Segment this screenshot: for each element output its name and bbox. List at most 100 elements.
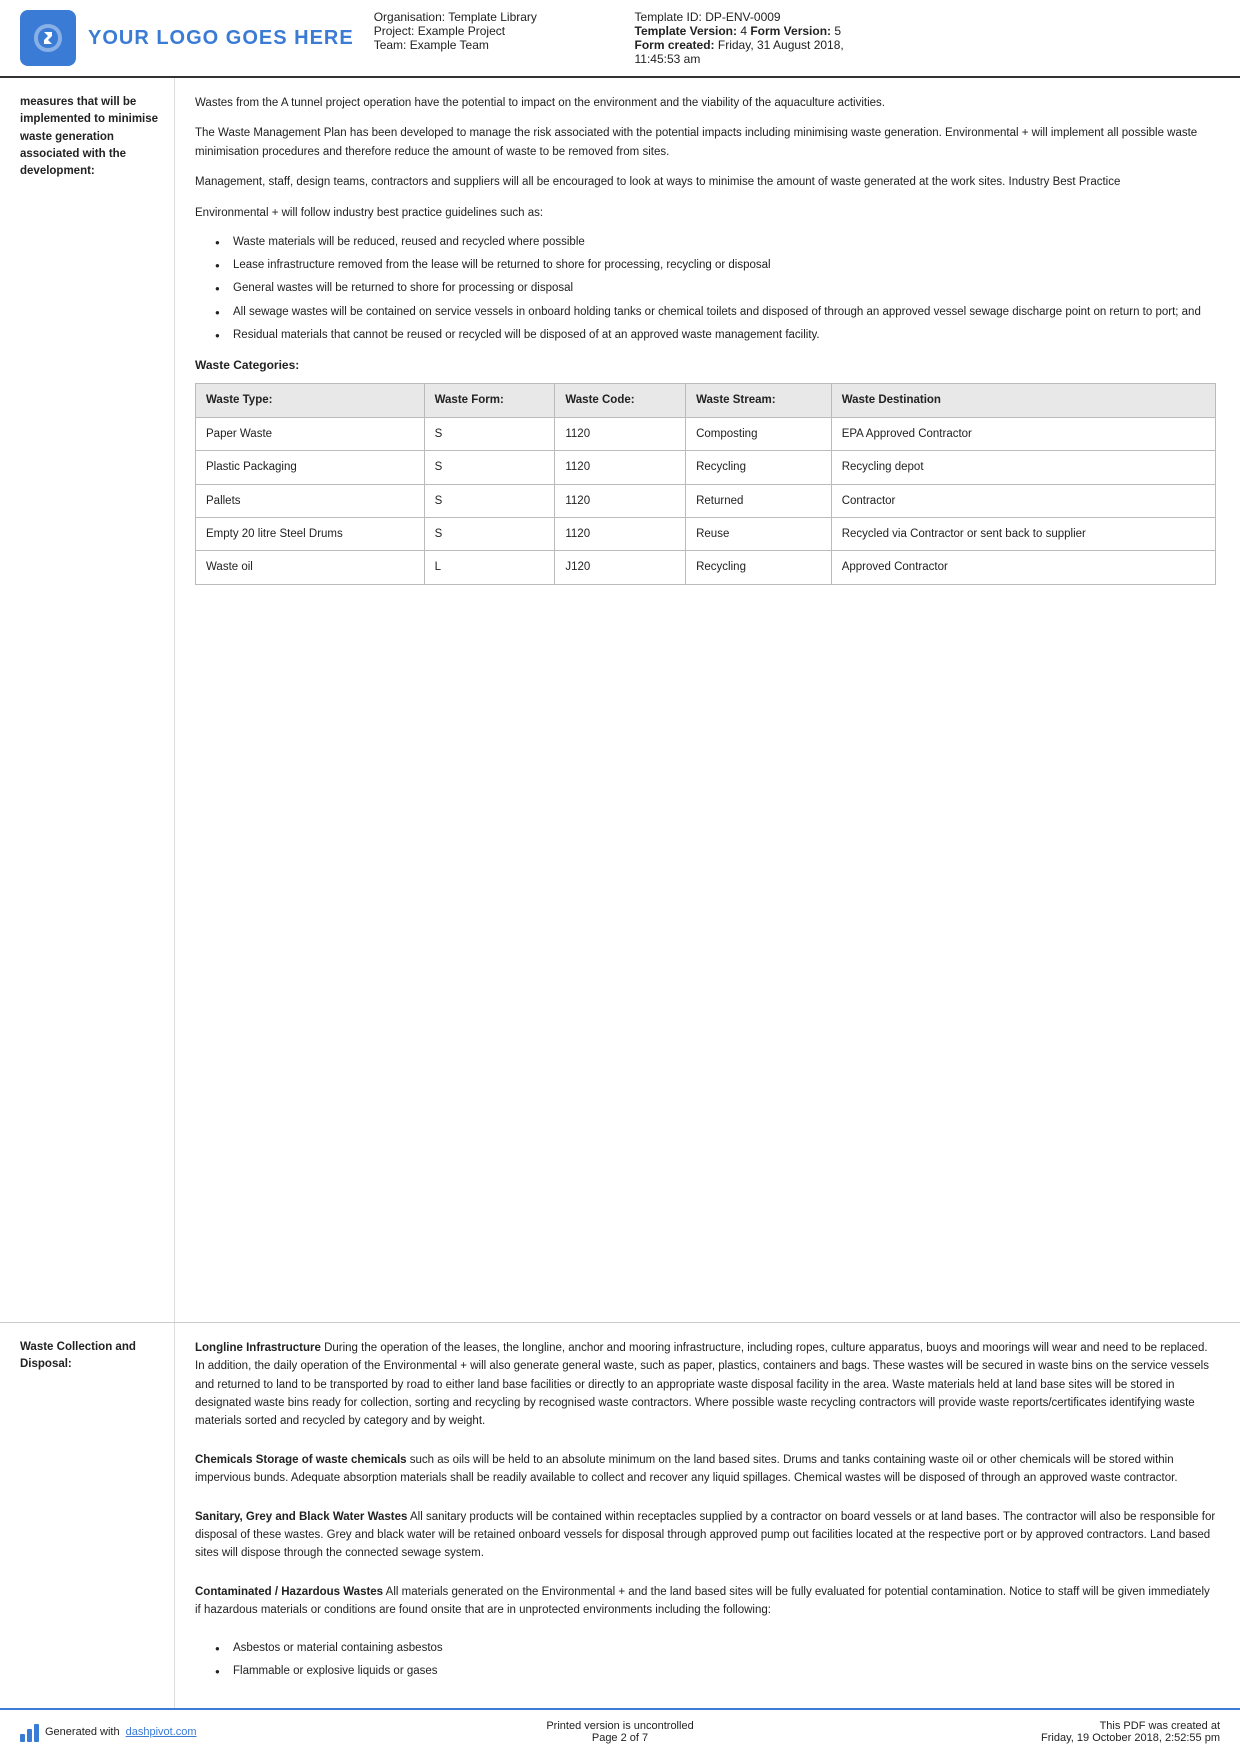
table-row: PalletsS1120ReturnedContractor (196, 484, 1216, 517)
footer-center: Printed version is uncontrolled Page 2 o… (427, 1720, 814, 1744)
lower-para-bold-3: Contaminated / Hazardous Wastes (195, 1586, 383, 1598)
left-col-text: measures that will be implemented to min… (20, 96, 158, 177)
template-version-row: Template Version: 4 Form Version: 5 (635, 24, 856, 38)
lower-para-0: Longline Infrastructure During the opera… (195, 1339, 1216, 1431)
footer-logo: Generated with dashpivot.com (20, 1722, 197, 1742)
waste-table: Waste Type:Waste Form:Waste Code:Waste S… (195, 383, 1216, 584)
waste-categories-label: Waste Categories: (195, 356, 1216, 375)
footer-right: This PDF was created at Friday, 19 Octob… (833, 1720, 1220, 1744)
lower-para-bold-2: Sanitary, Grey and Black Water Wastes (195, 1511, 407, 1523)
left-column: measures that will be implemented to min… (0, 78, 175, 1322)
table-cell: Waste oil (196, 551, 425, 584)
header-meta-left: Organisation: Template Library Project: … (374, 10, 595, 66)
lower-para-bold-1: Chemicals Storage of waste chemicals (195, 1454, 407, 1466)
form-created-row: Form created: Friday, 31 August 2018, 11… (635, 38, 856, 66)
list-item: All sewage wastes will be contained on s… (215, 304, 1216, 321)
logo-area: YOUR LOGO GOES HERE (20, 10, 354, 66)
list-item: Flammable or explosive liquids or gases (215, 1663, 1216, 1680)
lower-section: Waste Collection and Disposal: Longline … (0, 1322, 1240, 1708)
list-item: Residual materials that cannot be reused… (215, 327, 1216, 344)
table-cell: Approved Contractor (831, 551, 1215, 584)
logo-svg (30, 20, 66, 56)
list-item: Asbestos or material containing asbestos (215, 1640, 1216, 1657)
table-cell: Recycling (686, 451, 832, 484)
lower-para-2: Sanitary, Grey and Black Water Wastes Al… (195, 1508, 1216, 1563)
form-created-label: Form created: (635, 38, 718, 52)
table-header-cell: Waste Stream: (686, 384, 832, 417)
guidelines-list: Waste materials will be reduced, reused … (215, 234, 1216, 344)
template-id-label: Template ID: (635, 10, 702, 24)
header: YOUR LOGO GOES HERE Organisation: Templa… (0, 0, 1240, 78)
org-value: Template Library (448, 10, 537, 24)
lower-para-bold-0: Longline Infrastructure (195, 1342, 321, 1354)
waste-table-body: Paper WasteS1120CompostingEPA Approved C… (196, 417, 1216, 584)
table-cell: Empty 20 litre Steel Drums (196, 517, 425, 550)
template-id-value: DP-ENV-0009 (705, 10, 780, 24)
lower-para-text-0: During the operation of the leases, the … (195, 1342, 1209, 1428)
intro-para-1: Wastes from the A tunnel project operati… (195, 94, 1216, 112)
lower-left-label: Waste Collection and Disposal: (20, 1341, 136, 1370)
table-cell: 1120 (555, 517, 686, 550)
table-cell: S (424, 417, 555, 450)
table-header-cell: Waste Code: (555, 384, 686, 417)
form-version-label: Form Version: (750, 24, 834, 38)
waste-table-header-row: Waste Type:Waste Form:Waste Code:Waste S… (196, 384, 1216, 417)
logo-text: YOUR LOGO GOES HERE (88, 27, 354, 50)
template-id-row: Template ID: DP-ENV-0009 (635, 10, 856, 24)
table-cell: 1120 (555, 484, 686, 517)
table-cell: Paper Waste (196, 417, 425, 450)
form-version-value: 5 (834, 24, 841, 38)
table-row: Plastic PackagingS1120RecyclingRecycling… (196, 451, 1216, 484)
team-value: Example Team (410, 38, 489, 52)
footer-link[interactable]: dashpivot.com (126, 1726, 197, 1738)
list-item: General wastes will be returned to shore… (215, 280, 1216, 297)
table-cell: Recycling (686, 551, 832, 584)
lower-para-3: Contaminated / Hazardous Wastes All mate… (195, 1583, 1216, 1620)
table-cell: J120 (555, 551, 686, 584)
project-label: Project: (374, 24, 415, 38)
bar-3 (34, 1724, 39, 1742)
footer: Generated with dashpivot.com Printed ver… (0, 1708, 1240, 1754)
table-cell: S (424, 484, 555, 517)
footer-center-line2: Page 2 of 7 (427, 1732, 814, 1744)
table-cell: Plastic Packaging (196, 451, 425, 484)
template-version-value: 4 (740, 24, 750, 38)
footer-left: Generated with dashpivot.com (20, 1722, 407, 1742)
footer-center-line1: Printed version is uncontrolled (427, 1720, 814, 1732)
table-cell: S (424, 451, 555, 484)
project-row: Project: Example Project (374, 24, 595, 38)
table-cell: 1120 (555, 417, 686, 450)
table-cell: 1120 (555, 451, 686, 484)
table-row: Paper WasteS1120CompostingEPA Approved C… (196, 417, 1216, 450)
header-meta: Organisation: Template Library Project: … (374, 10, 856, 66)
list-item: Lease infrastructure removed from the le… (215, 257, 1216, 274)
lower-left-col: Waste Collection and Disposal: (0, 1323, 175, 1708)
table-cell: Returned (686, 484, 832, 517)
page: YOUR LOGO GOES HERE Organisation: Templa… (0, 0, 1240, 1754)
table-cell: Reuse (686, 517, 832, 550)
main-content: measures that will be implemented to min… (0, 78, 1240, 1322)
bar-2 (27, 1729, 32, 1742)
team-label: Team: (374, 38, 407, 52)
table-cell: Recycling depot (831, 451, 1215, 484)
table-row: Empty 20 litre Steel DrumsS1120ReuseRecy… (196, 517, 1216, 550)
footer-right-line2: Friday, 19 October 2018, 2:52:55 pm (833, 1732, 1220, 1744)
lower-right-col: Longline Infrastructure During the opera… (175, 1323, 1240, 1708)
template-version-label: Template Version: (635, 24, 741, 38)
org-label: Organisation: (374, 10, 445, 24)
table-header-cell: Waste Form: (424, 384, 555, 417)
table-cell: EPA Approved Contractor (831, 417, 1215, 450)
bar-1 (20, 1734, 25, 1742)
footer-bars-icon (20, 1722, 39, 1742)
list-item: Waste materials will be reduced, reused … (215, 234, 1216, 251)
table-cell: Contractor (831, 484, 1215, 517)
table-cell: Pallets (196, 484, 425, 517)
table-cell: L (424, 551, 555, 584)
header-meta-right: Template ID: DP-ENV-0009 Template Versio… (635, 10, 856, 66)
table-cell: S (424, 517, 555, 550)
waste-table-head: Waste Type:Waste Form:Waste Code:Waste S… (196, 384, 1216, 417)
footer-right-line1: This PDF was created at (833, 1720, 1220, 1732)
project-value: Example Project (418, 24, 505, 38)
org-row: Organisation: Template Library (374, 10, 595, 24)
table-header-cell: Waste Destination (831, 384, 1215, 417)
